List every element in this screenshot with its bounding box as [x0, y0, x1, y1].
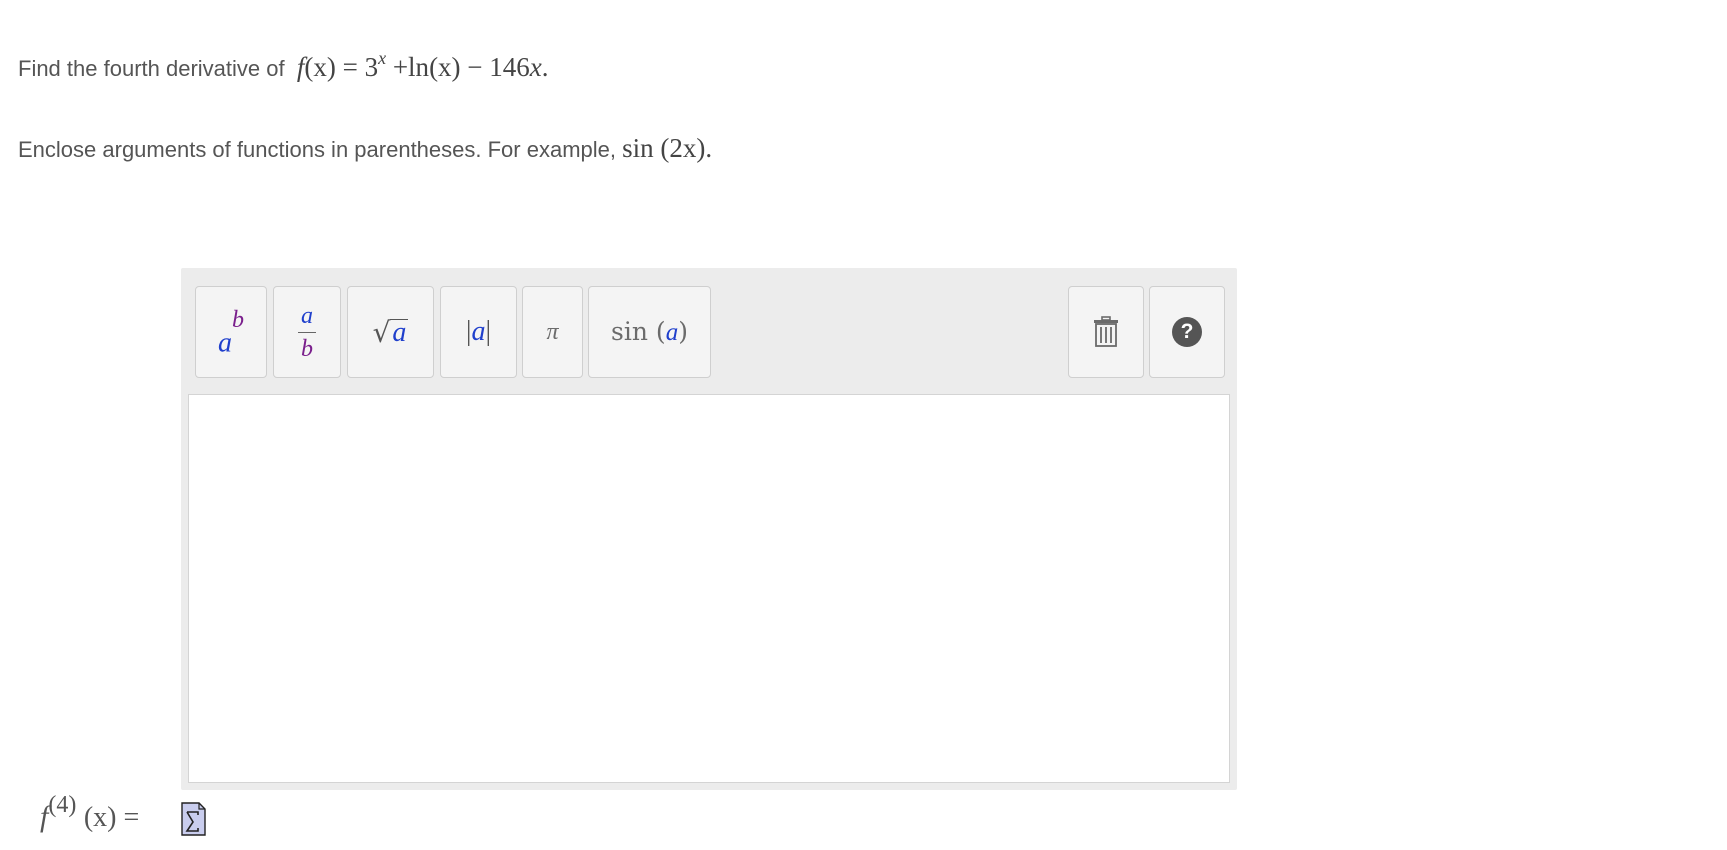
instruction-text: Enclose arguments of functions in parent… [18, 137, 616, 162]
power-button[interactable]: ab [195, 286, 267, 378]
clear-button[interactable] [1068, 286, 1144, 378]
math-editor-panel: ab a b √ a | a | π sin (a) ? [181, 268, 1237, 790]
function-expression: f(x) = 3x +ln(x) − 146x. [296, 48, 549, 82]
sqrt-button[interactable]: √ a [347, 286, 434, 378]
pi-icon: π [546, 318, 559, 345]
fraction-button[interactable]: a b [273, 286, 341, 378]
abs-button[interactable]: | a | [440, 286, 517, 378]
fraction-bar [298, 331, 316, 333]
sin-button[interactable]: sin (a) [588, 286, 711, 378]
question-prompt: Find the fourth derivative of f(x) = 3x … [18, 48, 549, 83]
help-icon: ? [1172, 317, 1202, 347]
trash-icon [1094, 316, 1118, 347]
pi-button[interactable]: π [522, 286, 583, 378]
sqrt-icon: √ [372, 315, 391, 349]
equation-editor-icon[interactable] [181, 802, 206, 836]
example-expression: sin (2x). [622, 133, 713, 163]
help-button[interactable]: ? [1149, 286, 1225, 378]
math-input-area[interactable] [188, 394, 1230, 783]
instruction: Enclose arguments of functions in parent… [18, 133, 712, 164]
question-text: Find the fourth derivative of [18, 56, 285, 81]
answer-label: f(4) (x) = [40, 792, 140, 833]
